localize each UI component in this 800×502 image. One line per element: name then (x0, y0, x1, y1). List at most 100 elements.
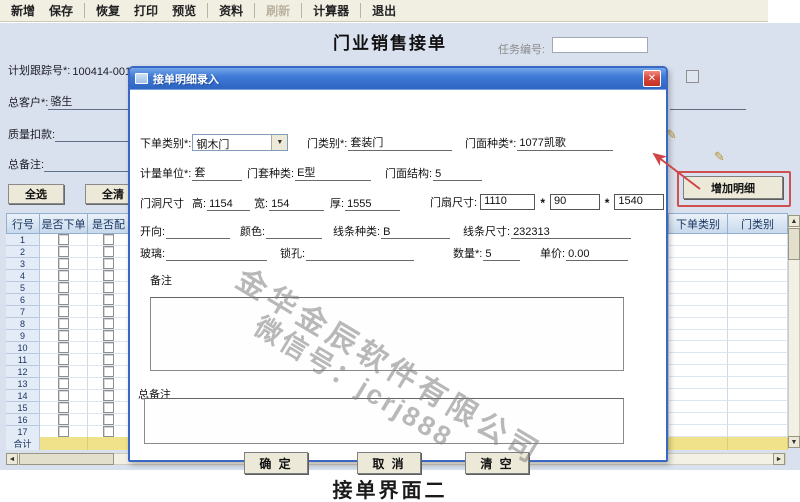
glass-value[interactable] (166, 260, 267, 261)
clear-button[interactable]: 清 空 (465, 452, 529, 474)
right-table-total-row (655, 437, 788, 450)
row-checkbox[interactable] (58, 234, 69, 245)
row-checkbox[interactable] (58, 294, 69, 305)
table-cell (728, 377, 788, 389)
general-remark-value[interactable] (44, 171, 131, 172)
row-checkbox[interactable] (58, 426, 69, 437)
scroll-down-button[interactable]: ▼ (788, 436, 800, 448)
row-checkbox[interactable] (103, 402, 114, 413)
dialog-close-button[interactable]: ✕ (643, 70, 661, 87)
header-checkbox[interactable] (686, 70, 699, 83)
checkbox-cell (88, 378, 130, 390)
table-cell (669, 258, 728, 270)
hole-width-value[interactable]: 154 (269, 198, 324, 211)
row-checkbox[interactable] (58, 270, 69, 281)
unit-price-value[interactable]: 0.00 (566, 248, 628, 261)
row-checkbox[interactable] (103, 318, 114, 329)
row-checkbox[interactable] (103, 354, 114, 365)
hole-thickness-value[interactable]: 1555 (345, 198, 400, 211)
column-header-ordered[interactable]: 是否下单 (40, 213, 88, 234)
row-checkbox[interactable] (58, 402, 69, 413)
column-header-door-category[interactable]: 门类别 (728, 213, 788, 234)
row-checkbox[interactable] (103, 390, 114, 401)
row-checkbox[interactable] (103, 306, 114, 317)
toolbar-button[interactable]: 恢复 (89, 0, 127, 21)
plan-tracking-value[interactable]: 100414-001 (70, 66, 133, 78)
scroll-right-button[interactable]: ► (773, 453, 785, 465)
row-checkbox[interactable] (103, 234, 114, 245)
scroll-up-button[interactable]: ▲ (788, 215, 800, 227)
row-checkbox[interactable] (103, 342, 114, 353)
total-remark-textarea[interactable] (144, 398, 624, 444)
toolbar-button[interactable]: 保存 (42, 0, 80, 21)
row-checkbox[interactable] (103, 414, 114, 425)
quality-deduction-value[interactable] (55, 141, 131, 142)
row-checkbox[interactable] (58, 330, 69, 341)
frame-type-value[interactable]: E型 (295, 164, 371, 181)
color-value[interactable] (266, 238, 322, 239)
open-direction-value[interactable] (166, 238, 230, 239)
row-checkbox[interactable] (58, 306, 69, 317)
table-cell (669, 365, 728, 377)
leaf-width-input[interactable]: 1110 (480, 194, 535, 210)
dropdown-arrow-icon[interactable]: ▼ (271, 135, 287, 150)
row-checkbox[interactable] (58, 246, 69, 257)
toolbar-button[interactable]: 打印 (127, 0, 165, 21)
row-checkbox[interactable] (103, 426, 114, 437)
select-all-button[interactable]: 全选 (8, 184, 64, 204)
row-checkbox[interactable] (103, 270, 114, 281)
quantity-value[interactable]: 5 (483, 248, 520, 261)
row-checkbox[interactable] (58, 390, 69, 401)
row-checkbox[interactable] (103, 258, 114, 269)
line-size-value[interactable]: 232313 (511, 226, 631, 239)
row-checkbox[interactable] (103, 378, 114, 389)
table-row (655, 330, 788, 342)
door-category-value[interactable]: 套装门 (348, 134, 452, 151)
right-field-underline[interactable] (670, 109, 746, 110)
row-checkbox[interactable] (58, 354, 69, 365)
row-checkbox[interactable] (103, 282, 114, 293)
cancel-button[interactable]: 取 消 (357, 452, 421, 474)
row-checkbox[interactable] (58, 318, 69, 329)
column-header-delivered[interactable]: 是否配 (88, 213, 130, 234)
toolbar-button[interactable]: 资料 (212, 0, 250, 21)
vertical-scrollbar-thumb[interactable] (788, 228, 800, 260)
row-checkbox[interactable] (58, 258, 69, 269)
leaf-height-input[interactable]: 90 (550, 194, 600, 210)
horizontal-scrollbar-thumb[interactable] (19, 453, 114, 465)
leaf-thickness-input[interactable]: 1540 (614, 194, 664, 210)
row-checkbox[interactable] (58, 366, 69, 377)
row-checkbox[interactable] (103, 330, 114, 341)
toolbar-button[interactable]: 退出 (365, 0, 403, 21)
face-type-value[interactable]: 1077凯歌 (517, 134, 613, 151)
quantity-label: 数量*: (453, 245, 483, 261)
row-checkbox[interactable] (58, 282, 69, 293)
row-checkbox[interactable] (103, 366, 114, 377)
column-header-row-number[interactable]: 行号 (6, 213, 40, 234)
ok-button[interactable]: 确 定 (244, 452, 308, 474)
dialog-titlebar[interactable]: 接单明细录入 ✕ (130, 68, 666, 89)
line-type-value[interactable]: B (381, 226, 450, 239)
customer-value[interactable]: 骆生 (48, 93, 131, 110)
right-table-body (655, 234, 788, 437)
row-checkbox[interactable] (58, 378, 69, 389)
row-checkbox[interactable] (103, 294, 114, 305)
lock-hole-value[interactable] (306, 260, 414, 261)
row-checkbox[interactable] (58, 342, 69, 353)
row-checkbox[interactable] (58, 414, 69, 425)
order-type-dropdown[interactable]: 钢木门 ▼ (192, 134, 288, 151)
row-checkbox[interactable] (103, 246, 114, 257)
face-structure-value[interactable]: 5 (433, 168, 482, 181)
remark-textarea[interactable] (150, 297, 624, 371)
table-cell (669, 306, 728, 318)
toolbar-button[interactable]: 新增 (4, 0, 42, 21)
scroll-left-button[interactable]: ◄ (6, 453, 18, 465)
toolbar-button[interactable]: 计算器 (306, 0, 356, 21)
hole-height-value[interactable]: 1154 (207, 198, 250, 211)
add-detail-button[interactable]: 增加明细 (683, 176, 783, 199)
task-number-input[interactable] (552, 37, 648, 53)
column-header-order-category[interactable]: 下单类别 (669, 213, 728, 234)
unit-value[interactable]: 套 (192, 164, 242, 181)
toolbar-button[interactable]: 预览 (165, 0, 203, 21)
edit-pencil-icon[interactable]: ✎ (714, 149, 725, 165)
